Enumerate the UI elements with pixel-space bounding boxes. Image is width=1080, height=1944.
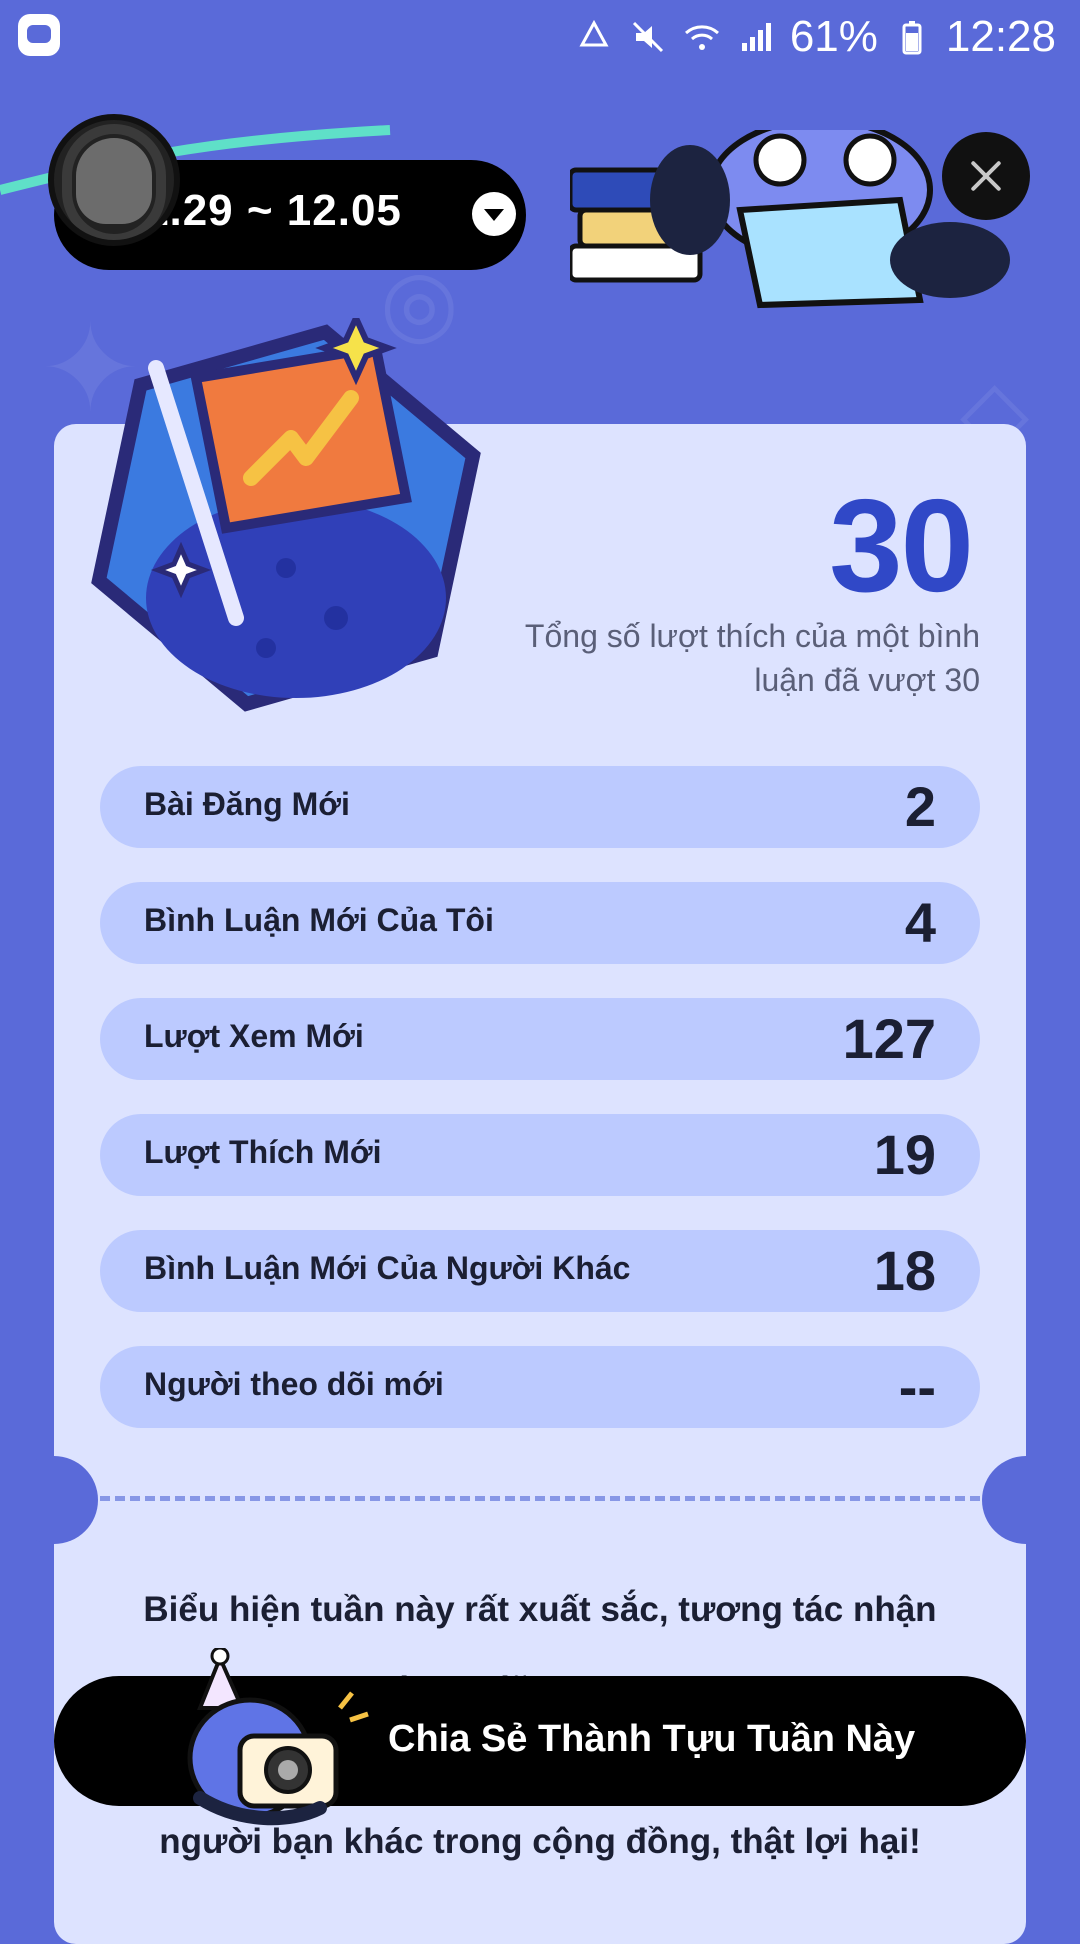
stat-label: Lượt Xem Mới: [144, 1018, 364, 1054]
stat-label: Bình Luận Mới Của Người Khác: [144, 1250, 631, 1286]
stat-label: Lượt Thích Mới: [144, 1134, 382, 1170]
stat-row-my-new-comments: Bình Luận Mới Của Tôi 4: [100, 882, 980, 964]
chevron-down-icon: [472, 192, 516, 236]
close-button[interactable]: [942, 132, 1030, 220]
stat-row-others-new-comments: Bình Luận Mới Của Người Khác 18: [100, 1230, 980, 1312]
stat-value: 19: [873, 1123, 936, 1186]
stat-value: --: [898, 1355, 936, 1418]
stat-label: Bình Luận Mới Của Tôi: [144, 902, 494, 938]
clock: 12:28: [945, 12, 1056, 61]
stat-row-new-likes: Lượt Thích Mới 19: [100, 1114, 980, 1196]
achievement-badge-icon: [91, 318, 481, 712]
mascot-camera-icon: [187, 1648, 369, 1826]
highlight-description: Tổng số lượt thích của một bình luận đã …: [524, 618, 980, 698]
signal-icon: [736, 17, 776, 57]
avatar[interactable]: [48, 114, 180, 246]
share-button-label: Chia Sẻ Thành Tựu Tuần Này: [388, 1718, 916, 1760]
stat-value: 2: [904, 775, 936, 838]
stat-label: Người theo dõi mới: [144, 1366, 444, 1402]
stat-row-new-posts: Bài Đăng Mới 2: [100, 766, 980, 848]
stat-value: 18: [873, 1239, 936, 1302]
ticket-notch-right: [982, 1456, 1070, 1544]
app-icon: [18, 14, 60, 56]
dashed-divider: [100, 1496, 980, 1501]
highlight-number: 30: [829, 472, 974, 619]
battery-percent: 61%: [789, 12, 878, 61]
date-range-label: 1.29 ~ 12.05: [144, 186, 402, 235]
stat-row-new-views: Lượt Xem Mới 127: [100, 998, 980, 1080]
summary-line-3: người bạn khác trong cộng đồng, thật lợi…: [159, 1822, 921, 1861]
stats-list: Bài Đăng Mới 2 Bình Luận Mới Của Tôi 4 L…: [100, 766, 980, 1462]
stat-label: Bài Đăng Mới: [144, 786, 350, 822]
wifi-icon: [682, 17, 722, 57]
recycle-icon: [574, 17, 614, 57]
battery-icon: [892, 17, 932, 57]
avatar-hood: [62, 124, 166, 240]
stat-value: 4: [904, 891, 936, 954]
stat-value: 127: [842, 1007, 936, 1070]
mute-icon: [628, 17, 668, 57]
stat-row-new-followers: Người theo dõi mới --: [100, 1346, 980, 1428]
ticket-notch-left: [10, 1456, 98, 1544]
summary-line-1: Biểu hiện tuần này rất xuất sắc, tương t…: [143, 1590, 937, 1629]
status-bar: 61% 12:28: [0, 0, 1080, 72]
